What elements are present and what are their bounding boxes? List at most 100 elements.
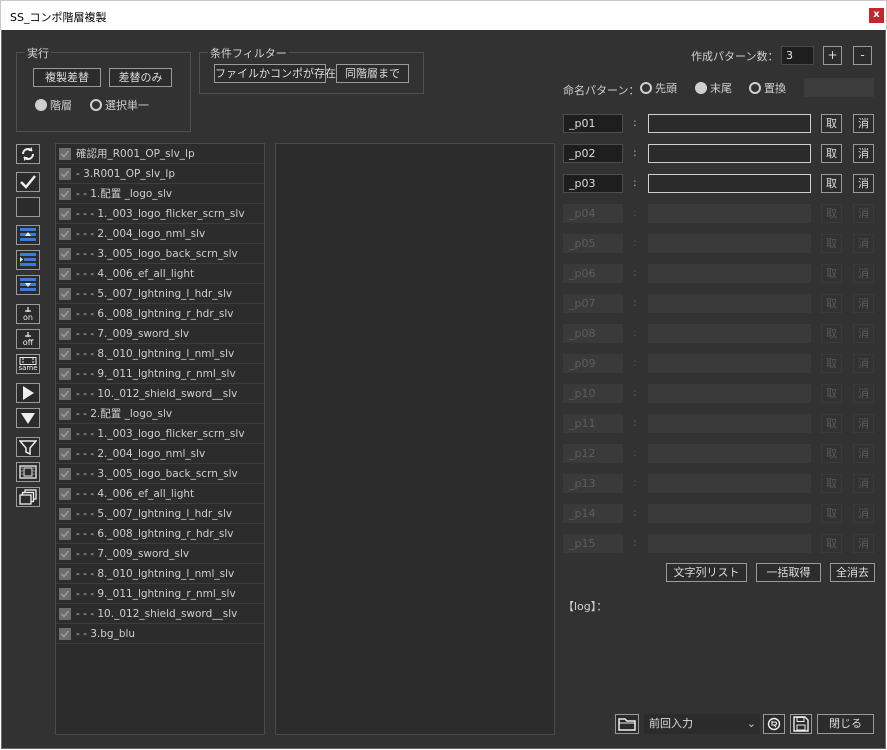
row-checkbox[interactable] (59, 407, 71, 420)
pattern-name-field[interactable]: _p05 (563, 234, 623, 253)
pattern-value-field[interactable] (648, 324, 811, 343)
tree-row[interactable]: - - - 5._007_lghtning_l_hdr_slv (56, 504, 264, 524)
tree-row[interactable]: - - - 8._010_lghtning_l_nml_slv (56, 564, 264, 584)
pattern-value-field[interactable] (648, 264, 811, 283)
pattern-get-button[interactable]: 取 (821, 384, 842, 403)
tree-row[interactable]: - - - 3._005_logo_back_scrn_slv (56, 244, 264, 264)
tree-row[interactable]: - - 3.bg_blu (56, 624, 264, 644)
pattern-name-field[interactable]: _p01 (563, 114, 623, 133)
collapse-up-icon[interactable] (16, 225, 40, 245)
pattern-delete-button[interactable]: 消 (853, 234, 874, 253)
pattern-delete-button[interactable]: 消 (853, 414, 874, 433)
tree-row[interactable]: - - - 10._012_shield_sword__slv (56, 604, 264, 624)
pattern-name-field[interactable]: _p09 (563, 354, 623, 373)
play-icon[interactable] (16, 383, 40, 403)
row-checkbox[interactable] (59, 247, 71, 260)
tree-row[interactable]: - - - 1._003_logo_flicker_scrn_slv (56, 424, 264, 444)
pattern-delete-button[interactable]: 消 (853, 294, 874, 313)
pattern-count-input[interactable]: 3 (781, 46, 814, 65)
row-checkbox[interactable] (59, 147, 71, 160)
pattern-get-button[interactable]: 取 (821, 144, 842, 163)
tree-row[interactable]: - - - 8._010_lghtning_l_nml_slv (56, 344, 264, 364)
row-checkbox[interactable] (59, 287, 71, 300)
file-or-comp-exists-button[interactable]: ファイルかコンポが存在 (214, 64, 336, 83)
pattern-name-field[interactable]: _p11 (563, 414, 623, 433)
same-icon[interactable]: same (16, 354, 40, 374)
tree-row[interactable]: - - - 7._009_sword_slv (56, 324, 264, 344)
pattern-delete-button[interactable]: 消 (853, 324, 874, 343)
expand-down-icon[interactable] (16, 408, 40, 428)
pattern-get-button[interactable]: 取 (821, 354, 842, 373)
uncheck-all-icon[interactable] (16, 197, 40, 217)
pattern-get-button[interactable]: 取 (821, 294, 842, 313)
mode-radio-single[interactable]: 選択単一 (90, 97, 149, 113)
tree-row[interactable]: - - - 4._006_ef_all_light (56, 484, 264, 504)
tree-row[interactable]: - - - 2._004_logo_nml_slv (56, 444, 264, 464)
replace-only-button[interactable]: 差替のみ (109, 68, 172, 87)
pattern-get-button[interactable]: 取 (821, 234, 842, 253)
pattern-name-field[interactable]: _p12 (563, 444, 623, 463)
pattern-value-field[interactable] (648, 114, 811, 133)
pattern-delete-button[interactable]: 消 (853, 264, 874, 283)
pattern-value-field[interactable] (648, 384, 811, 403)
tree-row[interactable]: - - - 6._008_lghtning_r_hdr_slv (56, 304, 264, 324)
film-icon[interactable] (16, 462, 40, 482)
row-checkbox[interactable] (59, 307, 71, 320)
pattern-delete-button[interactable]: 消 (853, 474, 874, 493)
pattern-value-field[interactable] (648, 144, 811, 163)
pattern-delete-button[interactable]: 消 (853, 354, 874, 373)
check-all-icon[interactable] (16, 172, 40, 192)
pattern-delete-button[interactable]: 消 (853, 384, 874, 403)
row-checkbox[interactable] (59, 567, 71, 580)
naming-radio-replace[interactable]: 置換 (749, 80, 786, 96)
row-checkbox[interactable] (59, 227, 71, 240)
tree-row[interactable]: - - - 9._011_lghtning_r_nml_slv (56, 364, 264, 384)
pattern-get-button[interactable]: 取 (821, 444, 842, 463)
mode-radio-hierarchy[interactable]: 階層 (35, 97, 72, 113)
refresh-icon[interactable] (16, 144, 40, 164)
pattern-value-field[interactable] (648, 504, 811, 523)
pattern-name-field[interactable]: _p15 (563, 534, 623, 553)
pattern-value-field[interactable] (648, 414, 811, 433)
tree-row[interactable]: - - - 7._009_sword_slv (56, 544, 264, 564)
pattern-get-button[interactable]: 取 (821, 474, 842, 493)
pattern-value-field[interactable] (648, 174, 811, 193)
row-checkbox[interactable] (59, 547, 71, 560)
pattern-value-field[interactable] (648, 354, 811, 373)
increment-button[interactable]: + (823, 46, 842, 65)
pattern-value-field[interactable] (648, 204, 811, 223)
row-checkbox[interactable] (59, 367, 71, 380)
pattern-delete-button[interactable]: 消 (853, 534, 874, 553)
pattern-name-field[interactable]: _p03 (563, 174, 623, 193)
naming-radio-suffix[interactable]: 末尾 (695, 80, 732, 96)
pattern-name-field[interactable]: _p10 (563, 384, 623, 403)
pattern-delete-button[interactable]: 消 (853, 144, 874, 163)
pattern-get-button[interactable]: 取 (821, 264, 842, 283)
tree-row[interactable]: - - - 9._011_lghtning_r_nml_slv (56, 584, 264, 604)
pattern-name-field[interactable]: _p14 (563, 504, 623, 523)
pattern-value-field[interactable] (648, 234, 811, 253)
pattern-delete-button[interactable]: 消 (853, 504, 874, 523)
row-checkbox[interactable] (59, 607, 71, 620)
pattern-get-button[interactable]: 取 (821, 204, 842, 223)
pattern-name-field[interactable]: _p04 (563, 204, 623, 223)
pattern-value-field[interactable] (648, 294, 811, 313)
tree-row[interactable]: - - - 5._007_lghtning_l_hdr_slv (56, 284, 264, 304)
reload-icon[interactable] (763, 714, 785, 734)
clear-all-button[interactable]: 全消去 (830, 563, 875, 582)
indent-icon[interactable] (16, 250, 40, 270)
pattern-name-field[interactable]: _p07 (563, 294, 623, 313)
pattern-name-field[interactable]: _p06 (563, 264, 623, 283)
row-checkbox[interactable] (59, 387, 71, 400)
tree-row[interactable]: - - - 4._006_ef_all_light (56, 264, 264, 284)
tree-row[interactable]: 確認用_R001_OP_slv_lp (56, 144, 264, 164)
row-checkbox[interactable] (59, 187, 71, 200)
row-checkbox[interactable] (59, 207, 71, 220)
pattern-delete-button[interactable]: 消 (853, 204, 874, 223)
pattern-get-button[interactable]: 取 (821, 174, 842, 193)
row-checkbox[interactable] (59, 507, 71, 520)
pattern-get-button[interactable]: 取 (821, 114, 842, 133)
pattern-delete-button[interactable]: 消 (853, 444, 874, 463)
pattern-name-field[interactable]: _p08 (563, 324, 623, 343)
pattern-value-field[interactable] (648, 444, 811, 463)
